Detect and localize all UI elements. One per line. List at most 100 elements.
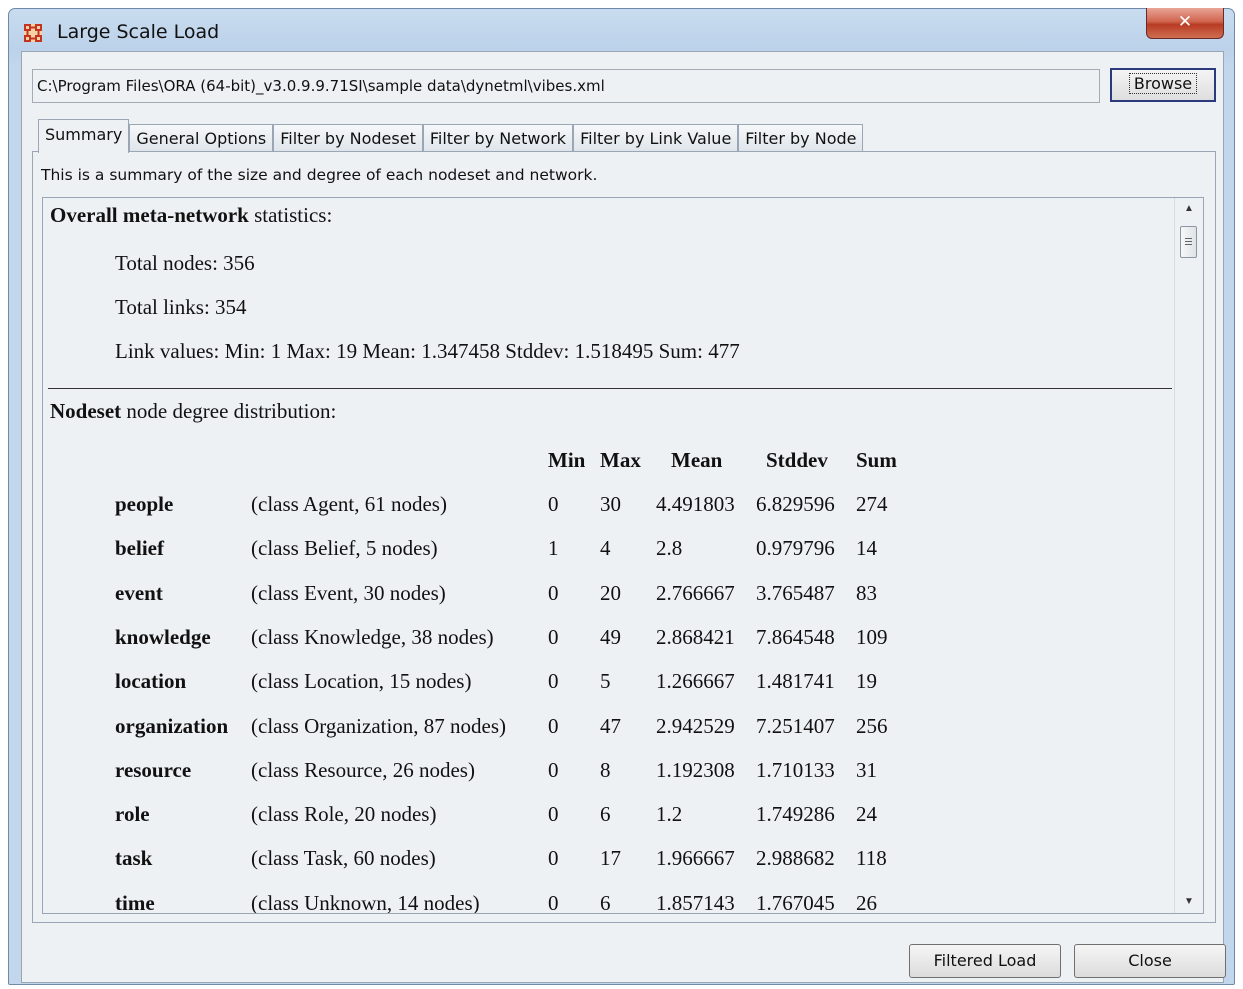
cell-mean: 2.8 — [656, 536, 683, 561]
cell-min: 0 — [548, 624, 559, 649]
tab-filter-by-node[interactable]: Filter by Node — [738, 124, 864, 153]
cell-cls: (class Task, 60 nodes) — [251, 846, 436, 871]
cell-name: knowledge — [115, 624, 211, 649]
overall-heading: Overall meta-network statistics: — [50, 203, 332, 228]
total-links-stat: Total links: 354 — [115, 295, 247, 319]
cell-stddev: 1.481741 — [756, 669, 835, 694]
cell-min: 0 — [548, 846, 559, 871]
tab-summary[interactable]: Summary — [38, 119, 130, 153]
browse-button[interactable]: Browse — [1110, 68, 1216, 102]
link-values-stat: Link values: Min: 1 Max: 19 Mean: 1.3474… — [115, 339, 740, 363]
cell-max: 49 — [600, 624, 621, 649]
total-nodes-stat: Total nodes: 356 — [115, 251, 255, 275]
table-row: organization (class Organization, 87 node… — [43, 714, 1173, 754]
cell-sum: 118 — [856, 846, 887, 871]
cell-min: 1 — [548, 536, 559, 561]
cell-max: 8 — [600, 757, 611, 782]
browse-button-label: Browse — [1128, 73, 1198, 94]
col-header-mean: Mean — [671, 448, 723, 472]
col-header-max: Max — [600, 448, 641, 472]
scrollbar-thumb[interactable] — [1180, 226, 1197, 258]
cell-sum: 24 — [856, 802, 877, 827]
overall-heading-rest: statistics: — [248, 203, 333, 227]
cell-cls: (class Knowledge, 38 nodes) — [251, 624, 494, 649]
cell-sum: 19 — [856, 669, 877, 694]
cell-min: 0 — [548, 580, 559, 605]
tab-filter-by-nodeset[interactable]: Filter by Nodeset — [273, 124, 423, 153]
cell-name: people — [115, 492, 174, 516]
cell-stddev: 1.749286 — [756, 802, 835, 827]
cell-cls: (class Role, 20 nodes) — [251, 802, 437, 827]
cell-sum: 14 — [856, 536, 877, 561]
cell-mean: 1.2 — [656, 802, 683, 827]
cell-min: 0 — [548, 757, 559, 782]
cell-max: 6 — [600, 802, 611, 827]
scroll-down-arrow-icon[interactable]: ▼ — [1175, 891, 1203, 913]
cell-cls: (class Agent, 61 nodes) — [251, 492, 447, 516]
cell-mean: 2.942529 — [656, 713, 735, 738]
cell-cls: (class Event, 30 nodes) — [251, 580, 446, 605]
cell-name: time — [115, 890, 155, 913]
summary-panel: This is a summary of the size and degree… — [32, 151, 1216, 923]
cell-max: 4 — [600, 536, 611, 561]
cell-stddev: 6.829596 — [756, 492, 835, 516]
dialog-body: C:\Program Files\ORA (64-bit)_v3.0.9.9.7… — [21, 51, 1226, 983]
cell-max: 5 — [600, 669, 611, 694]
cell-mean: 1.857143 — [656, 890, 735, 913]
nodeset-heading-bold: Nodeset — [50, 399, 122, 423]
file-path-field[interactable]: C:\Program Files\ORA (64-bit)_v3.0.9.9.7… — [32, 69, 1100, 103]
close-button[interactable]: Close — [1074, 944, 1226, 978]
thumb-grip-line — [1185, 238, 1192, 239]
cell-mean: 2.868421 — [656, 624, 735, 649]
cell-mean: 2.766667 — [656, 580, 735, 605]
cell-mean: 1.966667 — [656, 846, 735, 871]
table-row: task (class Task, 60 nodes) 0 17 1.966667 2.9… — [43, 846, 1173, 886]
ora-app-icon — [24, 24, 42, 42]
table-row: belief (class Belief, 5 nodes) 1 4 2.8 0.9797… — [43, 536, 1173, 576]
cell-min: 0 — [548, 492, 559, 516]
filtered-load-button[interactable]: Filtered Load — [909, 944, 1061, 978]
cell-sum: 83 — [856, 580, 877, 605]
cell-name: role — [115, 802, 150, 827]
table-row: people (class Agent, 61 nodes) 0 30 4.491803… — [43, 492, 1173, 532]
tab-general-options[interactable]: General Options — [129, 124, 274, 153]
overall-heading-bold: Overall meta-network — [50, 203, 249, 227]
summary-content: Overall meta-network statistics: Total n… — [43, 198, 1173, 913]
cell-stddev: 7.864548 — [756, 624, 835, 649]
cell-min: 0 — [548, 713, 559, 738]
cell-cls: (class Organization, 87 nodes) — [251, 713, 507, 738]
cell-mean: 1.192308 — [656, 757, 735, 782]
table-row: role (class Role, 20 nodes) 0 6 1.2 1.749286 2… — [43, 802, 1173, 842]
close-icon: ✕ — [1177, 12, 1193, 32]
cell-stddev: 1.767045 — [756, 890, 835, 913]
tab-filter-by-network[interactable]: Filter by Network — [422, 124, 574, 153]
table-row: location (class Location, 15 nodes) 0 5 1.26… — [43, 669, 1173, 709]
cell-sum: 31 — [856, 757, 877, 782]
table-row: time (class Unknown, 14 nodes) 0 6 1.857143 1… — [43, 891, 1173, 913]
cell-max: 17 — [600, 846, 621, 871]
cell-sum: 256 — [856, 713, 888, 738]
section-divider — [48, 388, 1172, 389]
tab-filter-by-link-value[interactable]: Filter by Link Value — [573, 124, 739, 153]
cell-stddev: 0.979796 — [756, 536, 835, 561]
cell-cls: (class Belief, 5 nodes) — [251, 536, 438, 561]
tab-bar: Summary General Options Filter by Nodese… — [38, 119, 864, 153]
cell-stddev: 2.988682 — [756, 846, 835, 871]
cell-max: 20 — [600, 580, 621, 605]
cell-name: organization — [115, 713, 229, 738]
cell-name: event — [115, 580, 163, 605]
window-close-button[interactable]: ✕ — [1146, 8, 1224, 39]
scroll-up-arrow-icon[interactable]: ▲ — [1175, 198, 1203, 220]
cell-min: 0 — [548, 890, 559, 913]
cell-sum: 109 — [856, 624, 888, 649]
cell-name: belief — [115, 536, 164, 561]
cell-name: resource — [115, 757, 192, 782]
cell-sum: 274 — [856, 492, 888, 516]
cell-min: 0 — [548, 802, 559, 827]
thumb-grip-line — [1185, 244, 1192, 245]
summary-scroll-area[interactable]: Overall meta-network statistics: Total n… — [42, 197, 1204, 914]
cell-cls: (class Location, 15 nodes) — [251, 669, 472, 694]
table-row: resource (class Resource, 26 nodes) 0 8 1.19… — [43, 758, 1173, 798]
cell-sum: 26 — [856, 890, 877, 913]
vertical-scrollbar[interactable]: ▲ ▼ — [1174, 198, 1203, 913]
